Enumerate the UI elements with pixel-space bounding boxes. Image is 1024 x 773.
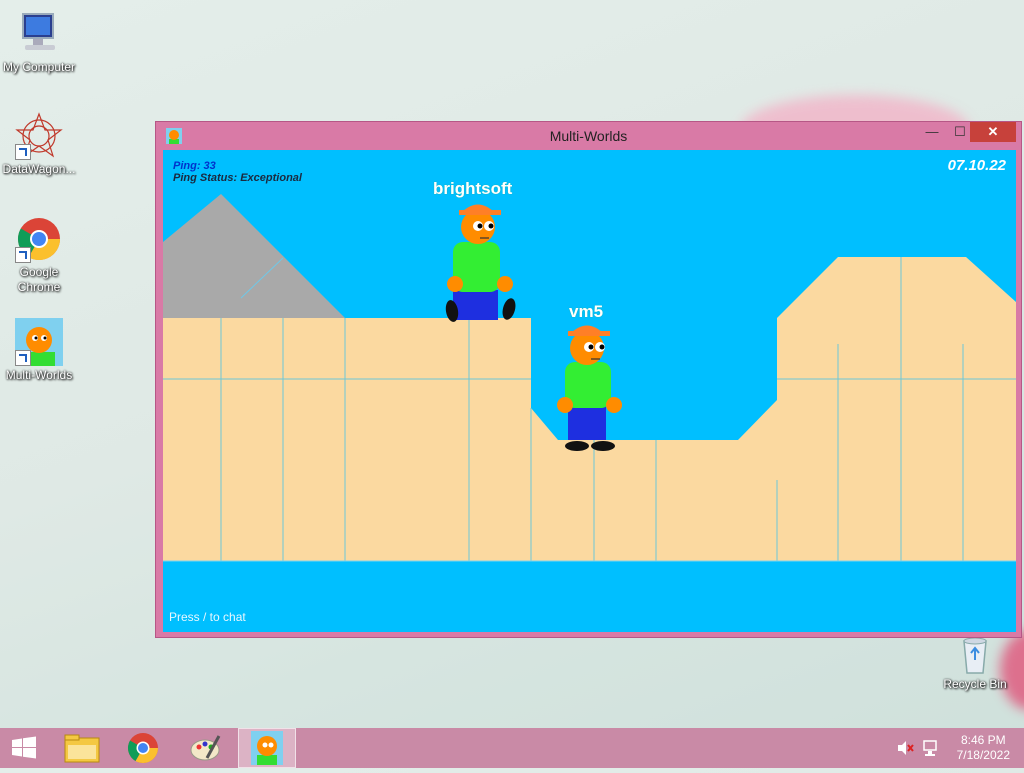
datawagon-icon: [15, 112, 63, 160]
paint-icon: [190, 735, 221, 761]
player-name-brightsoft: brightsoft: [433, 179, 513, 198]
shortcut-arrow-icon: [15, 350, 31, 366]
desktop-icon-recycle-bin[interactable]: Recycle Bin: [935, 635, 1015, 692]
player-name-vm5: vm5: [569, 302, 604, 321]
multi-worlds-window[interactable]: Multi-Worlds — ☐ ✕ Ping: 33 Ping Status:…: [155, 121, 1022, 638]
taskbar-clock[interactable]: 8:46 PM 7/18/2022: [957, 733, 1010, 763]
multiworlds-icon: [251, 731, 283, 765]
start-button[interactable]: [0, 728, 48, 768]
chrome-icon: [127, 733, 158, 764]
chat-area: [163, 561, 1016, 632]
window-title: Multi-Worlds: [549, 128, 628, 144]
close-button[interactable]: ✕: [970, 122, 1016, 142]
desktop-icon-datawagon[interactable]: DataWagon...: [0, 112, 79, 177]
game-date: 07.10.22: [947, 157, 1006, 174]
recycle-bin-icon: [951, 635, 999, 675]
desktop-icon-google-chrome[interactable]: Google Chrome: [0, 215, 79, 295]
file-explorer-icon: [64, 734, 100, 763]
taskbar-chrome[interactable]: [115, 728, 171, 768]
clock-date: 7/18/2022: [956, 748, 1010, 762]
desktop-icon-multi-worlds[interactable]: Multi-Worlds: [0, 318, 79, 383]
tray-network-icon[interactable]: [921, 739, 939, 757]
ping-readout: Ping: 33: [173, 160, 216, 172]
start-icon: [12, 736, 36, 759]
desktop-icon-label: My Computer: [2, 60, 76, 74]
clock-time: 8:46 PM: [960, 733, 1006, 747]
multiworlds-icon: [15, 318, 63, 366]
desktop-icon-label: Google Chrome: [17, 265, 61, 294]
minimize-button[interactable]: —: [918, 122, 946, 142]
desktop-icon-my-computer[interactable]: My Computer: [0, 10, 79, 75]
shortcut-arrow-icon: [15, 144, 31, 160]
game-canvas[interactable]: Ping: 33 Ping Status: Exceptional 07.10.…: [163, 150, 1016, 632]
desktop-icon-label: DataWagon...: [2, 162, 76, 176]
chat-hint: Press / to chat: [169, 610, 246, 624]
taskbar-paint[interactable]: [177, 728, 233, 768]
desktop-icon-label: Recycle Bin: [943, 677, 1007, 691]
desktop-icon-label: Multi-Worlds: [5, 368, 73, 382]
taskbar-file-explorer[interactable]: [54, 728, 110, 768]
window-titlebar[interactable]: Multi-Worlds — ☐ ✕: [156, 122, 1021, 150]
ping-status: Ping Status: Exceptional: [173, 172, 302, 184]
tray-volume-muted-icon[interactable]: [896, 740, 914, 756]
taskbar-multi-worlds[interactable]: [238, 728, 296, 768]
chrome-icon: [15, 215, 63, 263]
computer-icon: [15, 10, 63, 58]
taskbar: 8:46 PM 7/18/2022: [0, 728, 1024, 768]
shortcut-arrow-icon: [15, 247, 31, 263]
